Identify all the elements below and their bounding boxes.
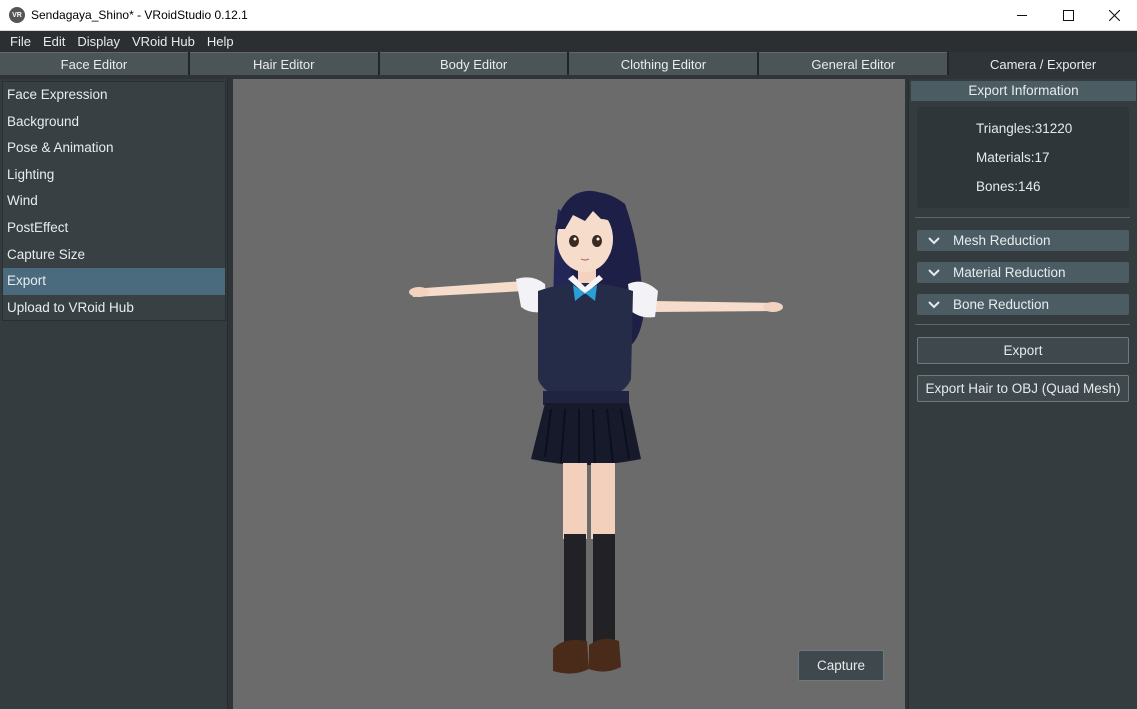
editor-tabs: Face Editor Hair Editor Body Editor Clot… [0,52,1137,75]
maximize-button[interactable] [1045,0,1091,31]
bone-reduction-label: Bone Reduction [953,297,1050,312]
material-reduction-label: Material Reduction [953,265,1066,280]
minimize-button[interactable] [999,0,1045,31]
material-reduction-section[interactable]: Material Reduction [917,262,1129,283]
window-title: Sendagaya_Shino* - VRoidStudio 0.12.1 [31,8,248,22]
sidebar-item-capture-size[interactable]: Capture Size [3,242,225,269]
window-controls [999,0,1137,31]
triangles-count: Triangles:31220 [976,121,1073,136]
tab-clothing-editor[interactable]: Clothing Editor [569,52,758,75]
sidebar-item-export[interactable]: Export [3,268,225,295]
tab-face-editor[interactable]: Face Editor [0,52,188,75]
close-button[interactable] [1091,0,1137,31]
menu-vroid-hub[interactable]: VRoid Hub [126,31,201,52]
menu-edit[interactable]: Edit [37,31,71,52]
vroid-app-icon: VR [9,7,25,23]
capture-button[interactable]: Capture [798,650,884,681]
menu-file[interactable]: File [4,31,37,52]
export-info-box: Triangles:31220 Materials:17 Bones:146 [917,107,1129,208]
bones-count: Bones:146 [976,179,1041,194]
close-icon [1108,10,1120,21]
tab-general-editor[interactable]: General Editor [759,52,948,75]
divider [915,324,1130,325]
divider [915,217,1130,218]
mesh-reduction-label: Mesh Reduction [953,233,1051,248]
export-info-header: Export Information [911,81,1136,101]
tab-camera-exporter[interactable]: Camera / Exporter [949,52,1137,75]
sidebar-item-lighting[interactable]: Lighting [3,162,225,189]
maximize-icon [1062,10,1074,21]
menu-help[interactable]: Help [201,31,240,52]
export-hair-obj-button[interactable]: Export Hair to OBJ (Quad Mesh) [917,375,1129,402]
3d-viewport[interactable]: Capture [233,79,905,709]
chevron-down-icon [928,236,946,245]
title-bar: VR Sendagaya_Shino* - VRoidStudio 0.12.1 [0,0,1137,31]
export-button[interactable]: Export [917,337,1129,364]
sidebar-item-pose-animation[interactable]: Pose & Animation [3,135,225,162]
sidebar-item-face-expression[interactable]: Face Expression [3,82,225,109]
sidebar-item-posteffect[interactable]: PostEffect [3,215,225,242]
materials-count: Materials:17 [976,150,1050,165]
sidebar-item-wind[interactable]: Wind [3,188,225,215]
sidebar-list: Face Expression Background Pose & Animat… [2,81,226,321]
chevron-down-icon [928,300,946,309]
character-model [409,190,783,674]
minimize-icon [1016,15,1027,16]
tab-body-editor[interactable]: Body Editor [379,52,568,75]
mesh-reduction-section[interactable]: Mesh Reduction [917,230,1129,251]
sidebar-item-upload-vroid-hub[interactable]: Upload to VRoid Hub [3,295,225,322]
sidebar-item-background[interactable]: Background [3,109,225,136]
left-sidebar: Face Expression Background Pose & Animat… [0,79,228,709]
menu-display[interactable]: Display [71,31,126,52]
chevron-down-icon [928,268,946,277]
bone-reduction-section[interactable]: Bone Reduction [917,294,1129,315]
tab-hair-editor[interactable]: Hair Editor [189,52,378,75]
export-panel: Export Information Triangles:31220 Mater… [908,79,1137,709]
menu-bar: File Edit Display VRoid Hub Help [0,31,1137,52]
